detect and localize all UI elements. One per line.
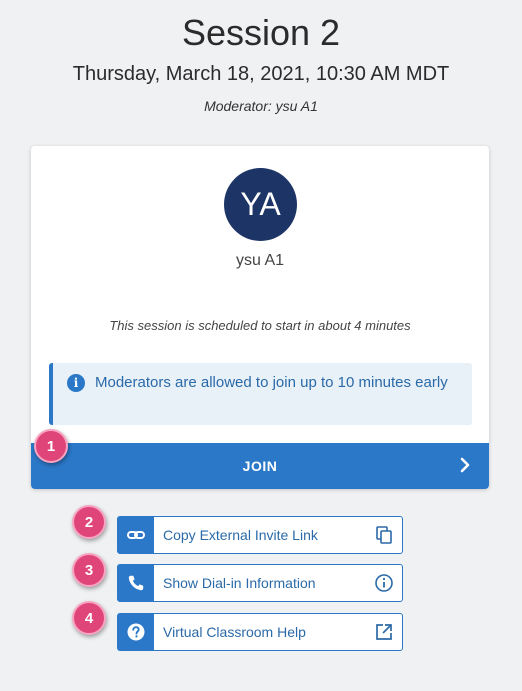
moderator-info-alert: i Moderators are allowed to join up to 1… — [49, 363, 472, 425]
info-icon: i — [67, 374, 85, 392]
show-dial-in-button[interactable]: Show Dial-in Information — [117, 564, 403, 602]
session-datetime: Thursday, March 18, 2021, 10:30 AM MDT — [72, 63, 450, 85]
copy-invite-link-label: Copy External Invite Link — [163, 527, 318, 543]
join-button[interactable]: JOIN — [31, 443, 489, 489]
session-title: Session 2 — [181, 12, 341, 53]
help-icon — [118, 614, 154, 650]
link-icon — [118, 517, 154, 553]
avatar: YA — [224, 168, 297, 241]
info-text: Moderators are allowed to join up to 10 … — [95, 374, 448, 391]
phone-icon — [118, 565, 154, 601]
show-dial-in-label: Show Dial-in Information — [163, 575, 316, 591]
step-badge-2: 2 — [72, 505, 106, 539]
virtual-classroom-help-button[interactable]: Virtual Classroom Help — [117, 613, 403, 651]
step-badge-4: 4 — [72, 601, 106, 635]
external-link-icon — [376, 624, 392, 640]
avatar-name: ysu A1 — [235, 252, 285, 269]
copy-icon — [376, 526, 392, 544]
copy-invite-link-button[interactable]: Copy External Invite Link — [117, 516, 403, 554]
step-badge-3: 3 — [72, 553, 106, 587]
info-circle-icon — [375, 574, 393, 592]
join-label: JOIN — [242, 458, 278, 474]
session-moderator: Moderator: ysu A1 — [204, 98, 318, 114]
session-card: YA ysu A1 This session is scheduled to s… — [31, 146, 489, 489]
schedule-text: This session is scheduled to start in ab… — [109, 318, 411, 333]
step-badge-1: 1 — [34, 429, 68, 463]
chevron-right-icon — [460, 457, 470, 473]
virtual-classroom-help-label: Virtual Classroom Help — [163, 624, 306, 640]
